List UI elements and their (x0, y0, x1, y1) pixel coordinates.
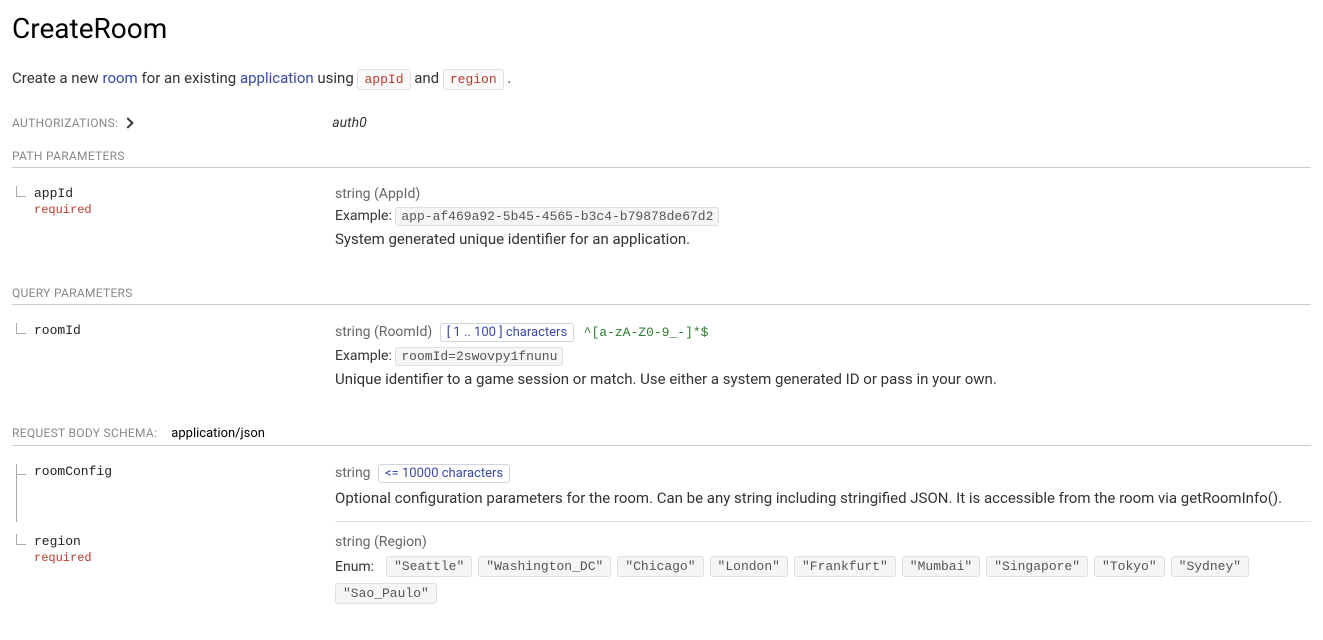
param-description: Optional configuration parameters for th… (335, 489, 1311, 507)
enum-value: "Seattle" (386, 556, 472, 577)
tree-connector-icon (12, 186, 34, 262)
enum-value: "Sydney" (1171, 556, 1249, 577)
example-value: roomId=2swovpy1fnunu (395, 347, 563, 366)
section-heading-path: PATH PARAMETERS (12, 149, 125, 163)
param-name: region (34, 534, 92, 549)
authorizations-row[interactable]: AUTHORIZATIONS: auth0 (12, 115, 1311, 131)
desc-text: Create a new (12, 69, 103, 87)
operation-description: Create a new room for an existing applic… (12, 69, 1311, 87)
param-row-roomid: roomId string (RoomId) [ 1 .. 100 ] char… (12, 305, 1311, 402)
path-parameters-section: PATH PARAMETERS appId required string (A… (12, 149, 1311, 262)
param-name: roomId (34, 323, 81, 338)
param-description: Unique identifier to a game session or m… (335, 370, 1311, 388)
enum-value: "Singapore" (986, 556, 1088, 577)
tree-connector-icon (12, 534, 34, 604)
param-row-region: region required string (Region) Enum: "S… (12, 522, 1311, 604)
constraint-badge: <= 10000 characters (378, 464, 510, 483)
region-code: region (443, 69, 504, 90)
param-type: string (Region) (335, 534, 1311, 550)
desc-text: using (314, 69, 358, 87)
desc-text: and (411, 69, 443, 87)
required-badge: required (34, 551, 92, 565)
enum-label: Enum: (335, 559, 374, 575)
authorizations-label: AUTHORIZATIONS: (12, 116, 118, 130)
param-type: string (AppId) (335, 186, 1311, 202)
param-type: string (335, 465, 371, 481)
enum-value: "Frankfurt" (794, 556, 896, 577)
param-row-roomconfig: roomConfig string <= 10000 characters Op… (12, 446, 1311, 522)
content-type: application/json (171, 426, 265, 441)
enum-value: "Tokyo" (1094, 556, 1165, 577)
desc-text: . (504, 69, 512, 87)
application-link[interactable]: application (240, 69, 314, 87)
tree-connector-icon (12, 323, 34, 402)
section-heading-query: QUERY PARAMETERS (12, 286, 133, 300)
param-type: string (RoomId) (335, 324, 432, 340)
constraint-badge: [ 1 .. 100 ] characters (440, 323, 574, 342)
request-body-section: REQUEST BODY SCHEMA: application/json ro… (12, 426, 1311, 604)
pattern-text: ^[a-zA-Z0-9_-]*$ (584, 325, 709, 340)
required-badge: required (34, 203, 92, 217)
chevron-right-icon (123, 117, 134, 128)
param-name: appId (34, 186, 92, 201)
enum-value: "London" (710, 556, 788, 577)
param-name: roomConfig (34, 464, 112, 479)
example-label: Example: (335, 208, 392, 224)
section-heading-body: REQUEST BODY SCHEMA: (12, 426, 157, 440)
example-label: Example: (335, 348, 392, 364)
authorizations-value: auth0 (332, 115, 366, 131)
example-value: app-af469a92-5b45-4565-b3c4-b79878de67d2 (395, 207, 719, 226)
room-link[interactable]: room (103, 69, 138, 87)
param-description: System generated unique identifier for a… (335, 230, 1311, 248)
enum-value: "Washington_DC" (478, 556, 611, 577)
tree-connector-icon (12, 464, 34, 522)
enum-container: Enum: "Seattle" "Washington_DC" "Chicago" "… (335, 556, 1311, 604)
enum-value: "Sao_Paulo" (335, 583, 437, 604)
page-title: CreateRoom (12, 12, 1311, 45)
query-parameters-section: QUERY PARAMETERS roomId string (RoomId) … (12, 286, 1311, 402)
appid-code: appId (357, 69, 410, 90)
desc-text: for an existing (138, 69, 240, 87)
enum-value: "Mumbai" (902, 556, 980, 577)
enum-value: "Chicago" (617, 556, 703, 577)
param-row-appid: appId required string (AppId) Example: a… (12, 168, 1311, 262)
